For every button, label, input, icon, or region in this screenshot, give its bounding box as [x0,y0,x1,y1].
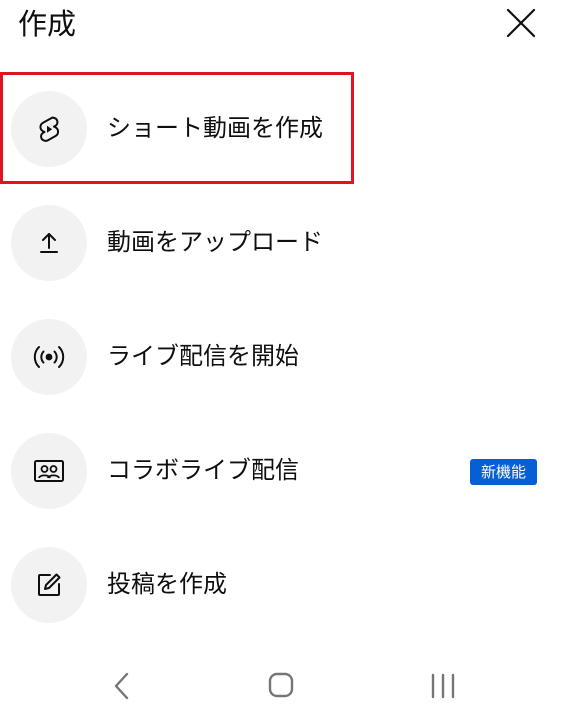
start-live-label: ライブ配信を開始 [107,342,299,370]
start-live-item[interactable]: ライブ配信を開始 [0,300,566,414]
back-button[interactable] [101,668,141,704]
close-icon [506,8,536,38]
icon-container [11,547,87,623]
upload-video-label: 動画をアップロード [107,228,323,256]
upload-video-item[interactable]: 動画をアップロード [0,186,566,300]
collab-live-icon [34,460,64,482]
icon-container [11,205,87,281]
sheet-header: 作成 [0,0,566,62]
icon-container [11,91,87,167]
create-short-label: ショート動画を作成 [107,114,323,142]
icon-container [11,433,87,509]
close-button[interactable] [504,6,538,40]
create-post-label: 投稿を作成 [107,570,227,598]
recent-apps-button[interactable] [423,668,463,704]
shorts-icon [39,116,60,142]
live-broadcast-icon [33,346,65,368]
create-post-item[interactable]: 投稿を作成 [0,528,566,642]
create-short-item[interactable]: ショート動画を作成 [0,72,566,186]
icon-container [11,319,87,395]
edit-post-icon [38,573,61,596]
home-icon [268,672,294,698]
page-title: 作成 [18,7,77,41]
collab-live-label: コラボライブ配信 [107,456,299,484]
upload-icon [40,233,58,253]
system-navigation-bar [0,650,566,721]
recent-apps-icon [431,673,455,699]
back-icon [114,672,129,700]
new-feature-badge: 新機能 [470,459,537,485]
home-button[interactable] [261,668,301,704]
